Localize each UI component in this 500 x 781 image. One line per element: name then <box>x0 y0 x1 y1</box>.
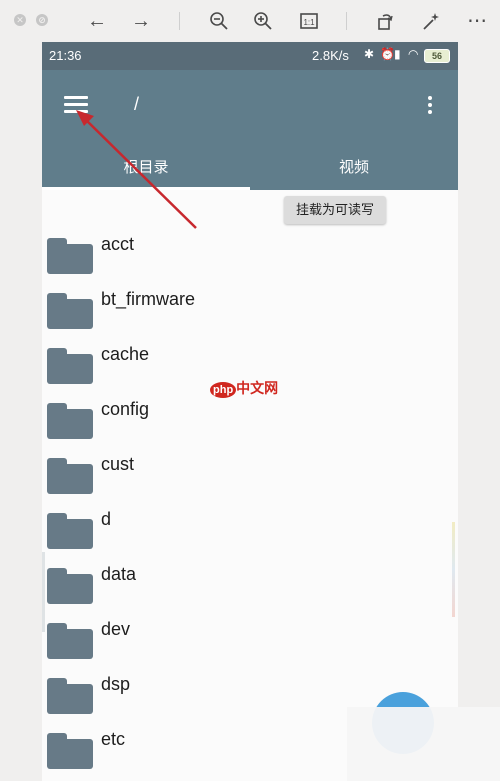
alarm-icon: ⏰ <box>380 47 395 61</box>
status-time: 21:36 <box>49 48 82 63</box>
close-icon[interactable]: ✕ <box>14 14 26 26</box>
viewer-toolbar: ✕ ⊘ ← → 1:1 ⋯ <box>0 0 500 42</box>
folder-name: etc <box>101 729 126 749</box>
disable-icon[interactable]: ⊘ <box>36 14 48 26</box>
folder-name: dsp <box>101 674 131 694</box>
tab-video[interactable]: 视频 <box>250 156 458 177</box>
folder-name: d <box>101 509 112 529</box>
zoom-in-icon[interactable] <box>250 8 276 34</box>
current-path: / <box>134 94 140 114</box>
scrollbar[interactable] <box>452 522 455 617</box>
folder-icon <box>47 733 93 769</box>
folder-icon <box>47 568 93 604</box>
folder-icon <box>47 513 93 549</box>
watermark-badge: php <box>210 382 237 398</box>
watermark-text: 中文网 <box>236 380 279 396</box>
network-speed: 2.8K/s <box>312 48 349 63</box>
folder-icon <box>47 623 93 659</box>
svg-text:1:1: 1:1 <box>303 18 315 27</box>
toolbar-divider <box>346 12 347 30</box>
folder-name: cust <box>101 454 135 474</box>
folder-icon <box>47 403 93 439</box>
folder-icon <box>47 293 93 329</box>
phone-screen: 21:36 2.8K/s ✱ ⏰ ▮ ◠ 56 / 根目录 视频 挂载为可读写 … <box>42 42 458 781</box>
list-item[interactable]: config <box>42 393 458 448</box>
forward-arrow-icon[interactable]: → <box>128 8 154 34</box>
folder-name: bt_firmware <box>101 289 196 309</box>
folder-name: dev <box>101 619 131 639</box>
toolbar-divider <box>179 12 180 30</box>
signal-icon: ▮ <box>394 47 401 61</box>
battery-icon: 56 <box>424 49 450 63</box>
wifi-icon: ◠ <box>408 47 419 61</box>
tab-root-directory[interactable]: 根目录 <box>42 156 250 177</box>
fit-icon[interactable]: 1:1 <box>296 8 322 34</box>
overflow-menu-icon[interactable] <box>426 96 434 118</box>
back-arrow-icon[interactable]: ← <box>84 8 110 34</box>
list-item[interactable]: bt_firmware <box>42 283 458 338</box>
list-item[interactable]: dev <box>42 613 458 668</box>
list-item[interactable]: cust <box>42 448 458 503</box>
watermark-logo: php 中文网 <box>210 378 278 398</box>
corner-watermark <box>347 707 500 781</box>
bluetooth-icon: ✱ <box>364 47 375 61</box>
folder-name: cache <box>101 344 150 364</box>
zoom-out-icon[interactable] <box>206 8 232 34</box>
status-bar: 21:36 2.8K/s ✱ ⏰ ▮ ◠ 56 <box>42 42 458 70</box>
folder-icon <box>47 458 93 494</box>
edge-indicator <box>42 552 45 632</box>
folder-name: acct <box>101 234 135 254</box>
tab-indicator <box>42 187 250 190</box>
folder-icon <box>47 678 93 714</box>
list-item[interactable]: acct <box>42 228 458 283</box>
folder-icon <box>47 348 93 384</box>
rotate-icon[interactable] <box>372 8 398 34</box>
folder-icon <box>47 238 93 274</box>
more-icon[interactable]: ⋯ <box>464 8 490 34</box>
magic-wand-icon[interactable] <box>418 8 444 34</box>
menu-icon[interactable] <box>64 96 88 118</box>
mount-read-write-button[interactable]: 挂载为可读写 <box>284 196 386 224</box>
folder-name: config <box>101 399 150 419</box>
app-bar: / 根目录 视频 <box>42 70 458 190</box>
list-item[interactable]: d <box>42 503 458 558</box>
folder-name: data <box>101 564 137 584</box>
list-item[interactable]: data <box>42 558 458 613</box>
